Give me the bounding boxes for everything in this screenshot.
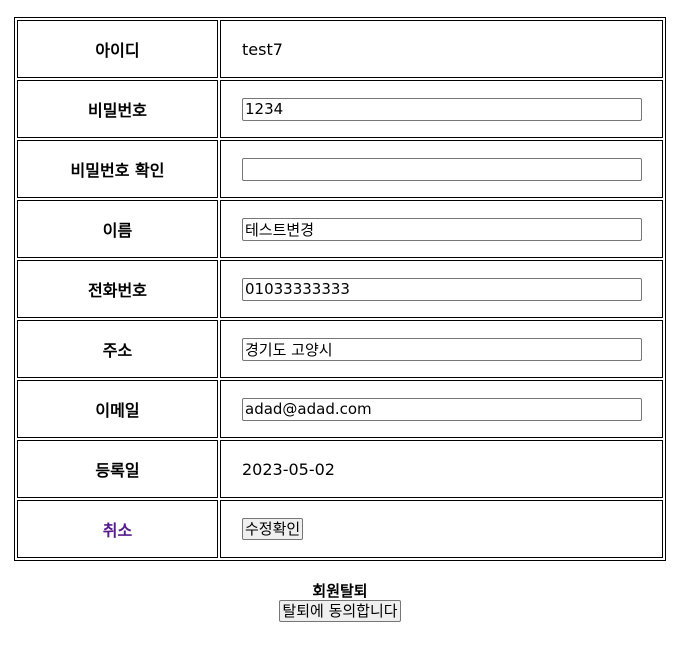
password-cell (220, 80, 663, 138)
row-password-confirm: 비밀번호 확인 (17, 140, 663, 198)
phone-input[interactable] (242, 277, 642, 301)
registered-cell: 2023-05-02 (220, 440, 663, 498)
withdraw-agree-button[interactable]: 탈퇴에 동의합니다 (279, 600, 401, 622)
cancel-cell: 취소 (17, 500, 218, 558)
row-id: 아이디 test7 (17, 20, 663, 78)
name-label: 이름 (17, 200, 218, 258)
row-actions: 취소 수정확인 (17, 500, 663, 558)
row-password: 비밀번호 (17, 80, 663, 138)
registered-value: 2023-05-02 (242, 459, 335, 479)
cancel-link[interactable]: 취소 (103, 521, 132, 540)
email-label: 이메일 (17, 380, 218, 438)
email-cell (220, 380, 663, 438)
name-input[interactable] (242, 217, 642, 241)
address-label: 주소 (17, 320, 218, 378)
id-value: test7 (242, 39, 283, 59)
phone-label: 전화번호 (17, 260, 218, 318)
password-confirm-cell (220, 140, 663, 198)
row-name: 이름 (17, 200, 663, 258)
withdraw-title: 회원탈퇴 (312, 582, 368, 600)
address-cell (220, 320, 663, 378)
password-confirm-input[interactable] (242, 157, 642, 181)
member-edit-form: 아이디 test7 비밀번호 비밀번호 확인 이름 전화번호 주소 이메일 (14, 17, 666, 561)
submit-edit-button[interactable]: 수정확인 (242, 518, 304, 540)
id-value-cell: test7 (220, 20, 663, 78)
password-input[interactable] (242, 97, 642, 121)
phone-cell (220, 260, 663, 318)
password-confirm-label: 비밀번호 확인 (17, 140, 218, 198)
id-label: 아이디 (17, 20, 218, 78)
row-email: 이메일 (17, 380, 663, 438)
email-input[interactable] (242, 397, 642, 421)
row-registered: 등록일 2023-05-02 (17, 440, 663, 498)
address-input[interactable] (242, 337, 642, 361)
row-address: 주소 (17, 320, 663, 378)
withdraw-section: 회원탈퇴 탈퇴에 동의합니다 (0, 582, 680, 622)
registered-label: 등록일 (17, 440, 218, 498)
row-phone: 전화번호 (17, 260, 663, 318)
name-cell (220, 200, 663, 258)
password-label: 비밀번호 (17, 80, 218, 138)
submit-cell: 수정확인 (220, 500, 663, 558)
